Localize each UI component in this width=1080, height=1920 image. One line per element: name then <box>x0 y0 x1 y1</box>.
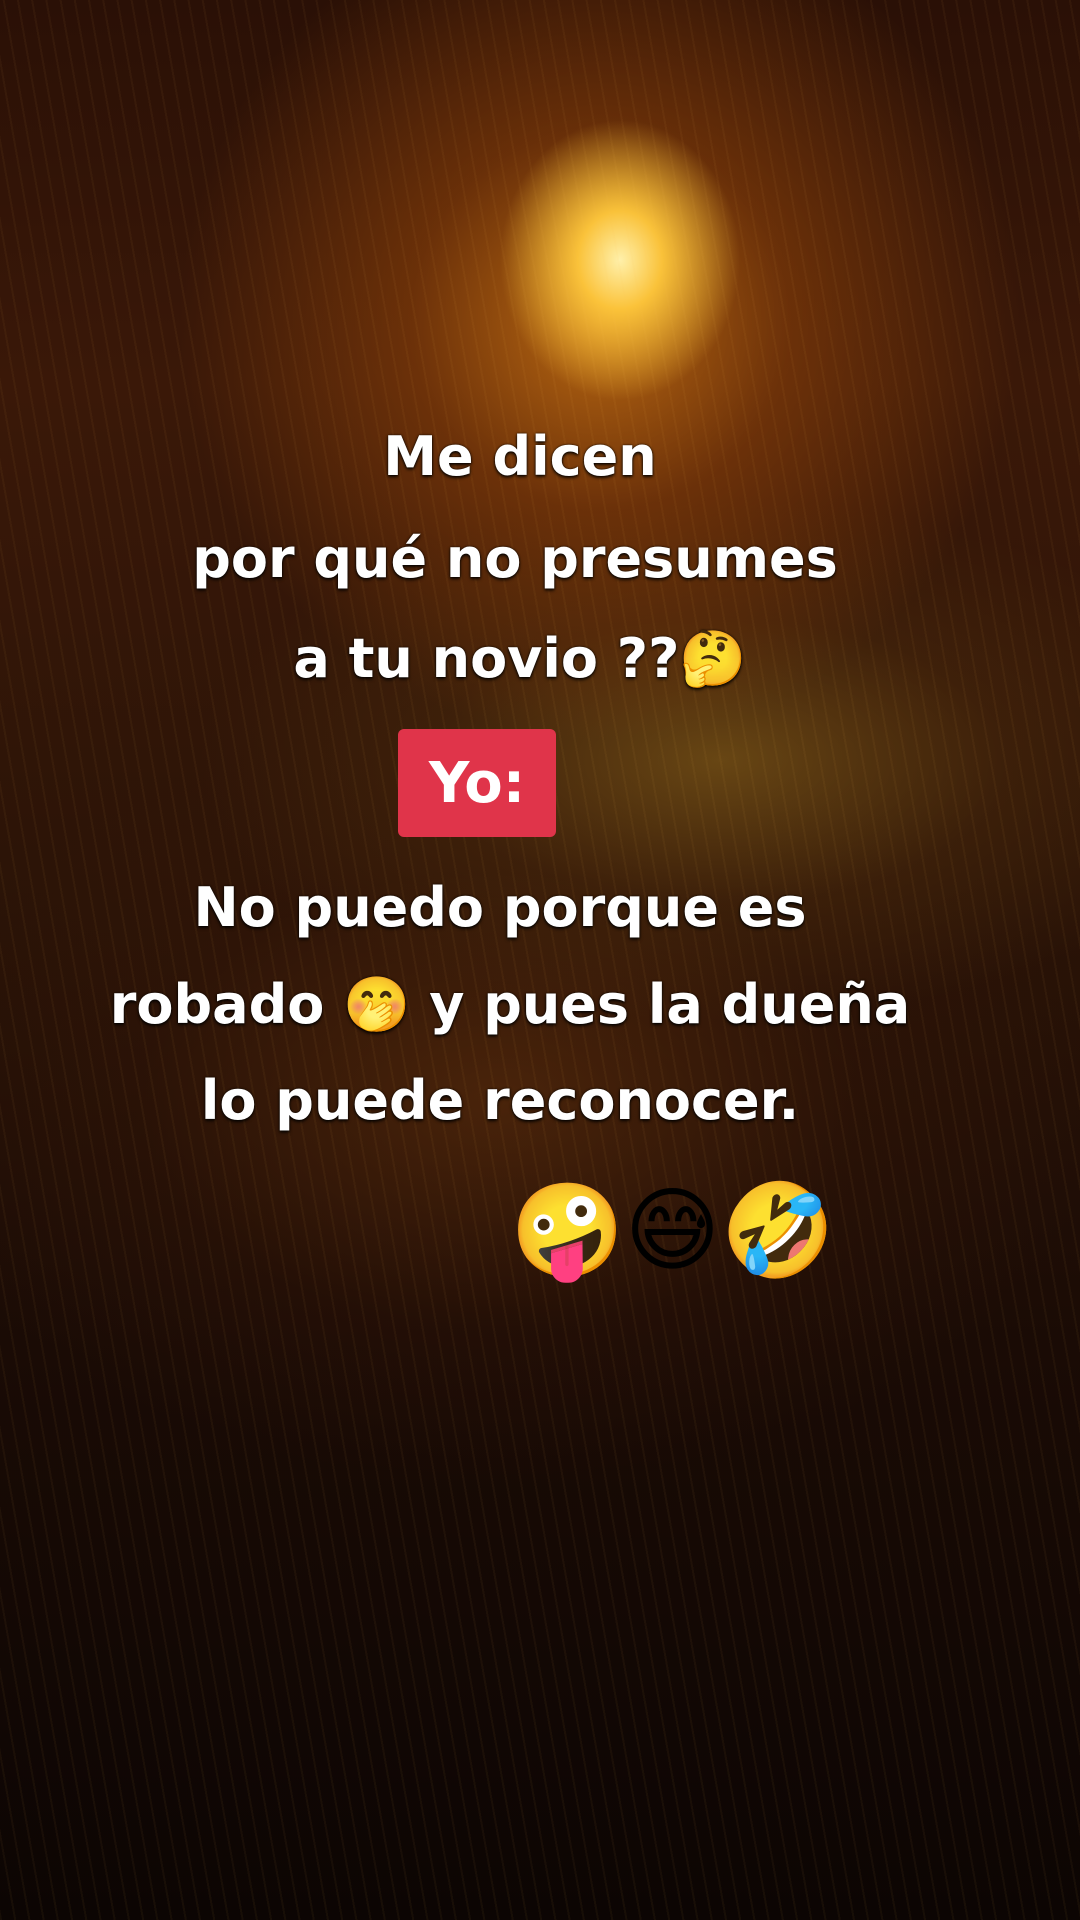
caption-line-2: por qué no presumes <box>192 527 838 590</box>
caption-line-6: lo puede reconocer. <box>200 1069 800 1132</box>
reaction-emojis: 🤪😅🤣 <box>510 1177 836 1284</box>
caption-line-4: No puedo porque es <box>193 876 807 939</box>
caption-line-3: a tu novio ??🤔 <box>293 627 747 690</box>
caption-line-1: Me dicen <box>383 425 657 488</box>
yo-badge: Yo: <box>398 729 556 837</box>
video-frame: Me dicen por qué no presumes a tu novio … <box>0 0 1080 1920</box>
caption-line-5: robado 🤭 y pues la dueña <box>109 973 911 1036</box>
background-motion-blur <box>0 0 1080 1920</box>
